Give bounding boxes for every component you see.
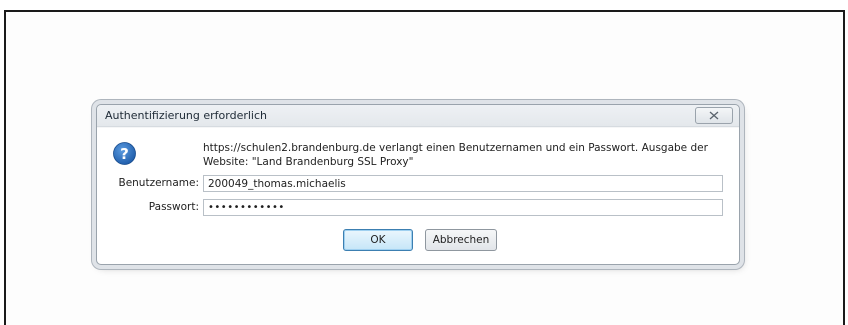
close-icon — [709, 111, 719, 120]
auth-message: https://schulen2.brandenburg.de verlangt… — [203, 141, 723, 169]
svg-text:?: ? — [120, 145, 129, 163]
dialog-buttons: OK Abbrechen — [97, 229, 739, 251]
username-row: Benutzername: — [97, 175, 739, 193]
dialog-titlebar: Authentifizierung erforderlich — [97, 105, 739, 127]
message-line-2: Website: "Land Brandenburg SSL Proxy" — [203, 156, 414, 168]
cancel-button[interactable]: Abbrechen — [425, 229, 497, 251]
password-label: Passwort: — [148, 201, 199, 213]
question-icon: ? — [113, 142, 136, 165]
dialog-content: ? https://schulen2.brandenburg.de verlan… — [97, 128, 739, 264]
password-row: Passwort: — [97, 199, 739, 217]
username-field[interactable] — [203, 175, 723, 192]
ok-button[interactable]: OK — [343, 229, 413, 251]
username-label: Benutzername: — [118, 177, 199, 189]
message-line-1: https://schulen2.brandenburg.de verlangt… — [203, 142, 708, 154]
close-button[interactable] — [695, 107, 733, 124]
dialog-title: Authentifizierung erforderlich — [105, 109, 267, 122]
auth-dialog: Authentifizierung erforderlich ? https:/… — [96, 104, 740, 265]
password-field[interactable] — [203, 199, 723, 216]
